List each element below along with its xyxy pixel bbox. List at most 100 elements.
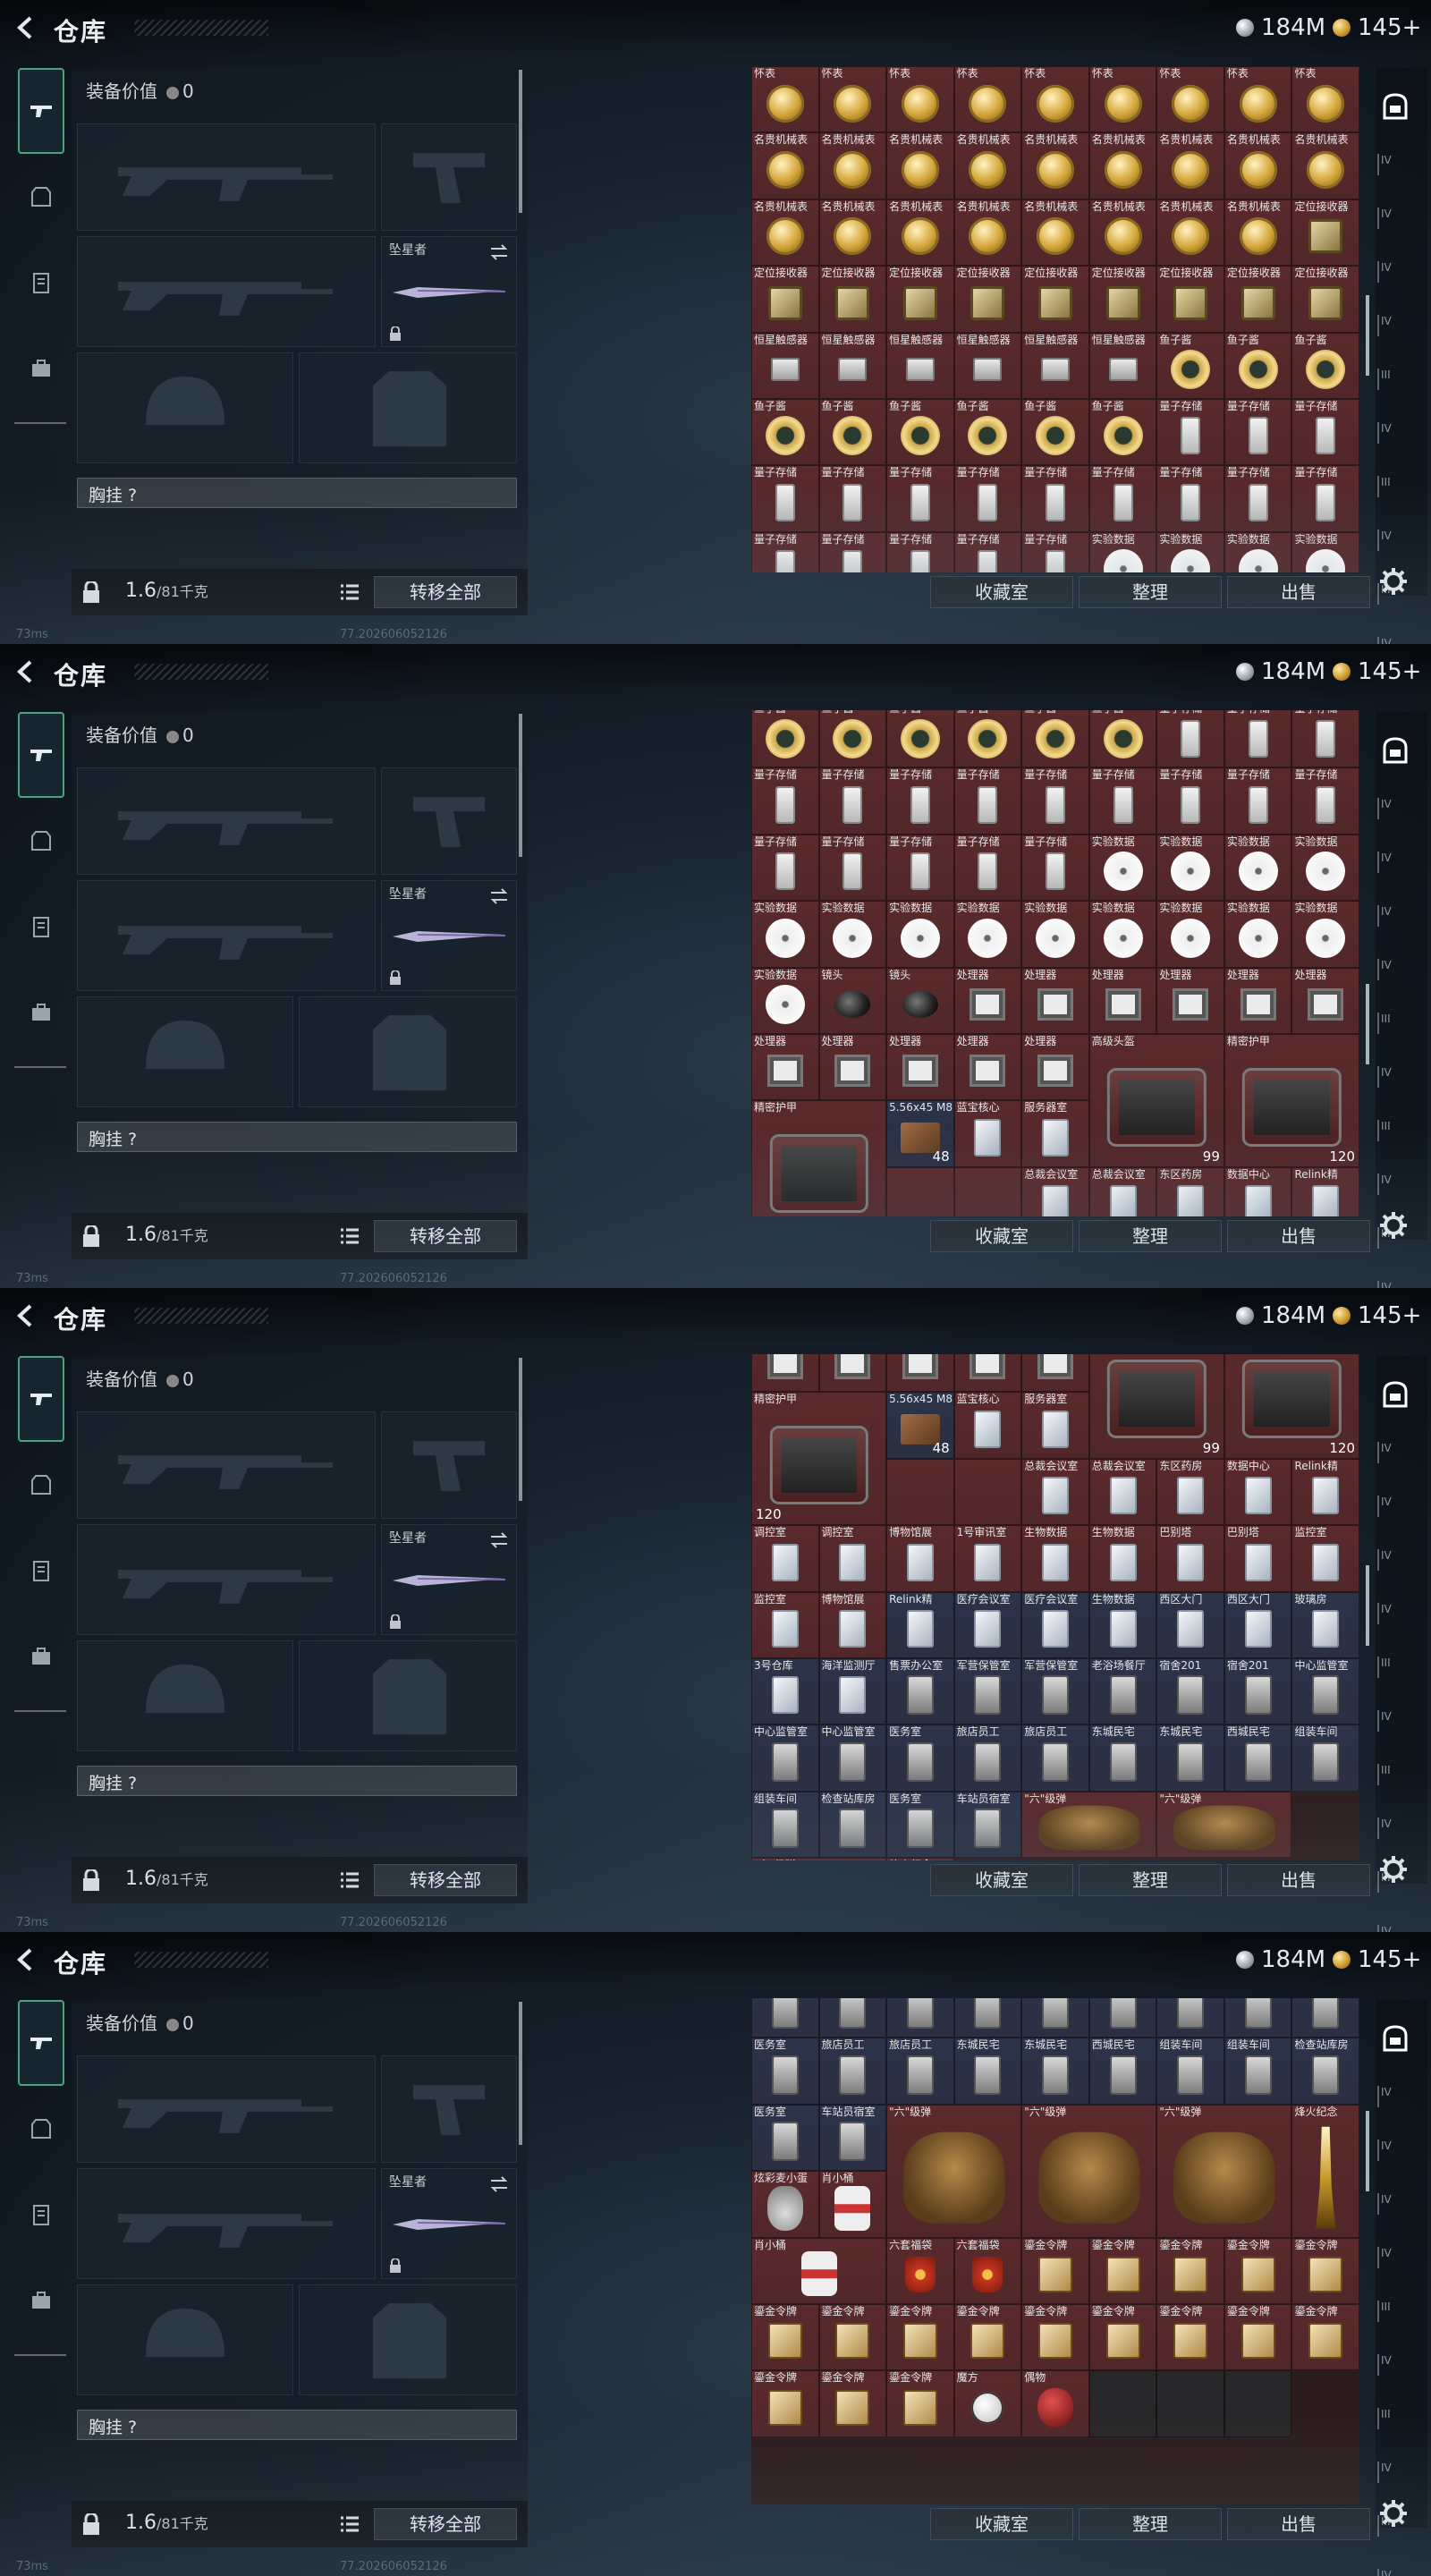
equipment-scrollbar[interactable] — [519, 1358, 522, 1501]
sort-button[interactable]: 整理 — [1079, 1220, 1222, 1252]
item-cell[interactable]: 名贵机械表 — [1088, 199, 1157, 267]
mailbox-icon[interactable] — [1383, 737, 1408, 764]
sell-button[interactable]: 出售 — [1227, 1864, 1370, 1896]
item-cell[interactable]: 实验数据 — [1156, 531, 1224, 572]
tab-armor[interactable] — [20, 1463, 63, 1506]
item-cell[interactable]: 生物数据 — [1088, 1525, 1157, 1592]
item-cell[interactable]: 中心监管室 — [1224, 1998, 1292, 2038]
tab-armor[interactable] — [20, 2107, 63, 2150]
item-cell[interactable]: 调控室 — [751, 1525, 819, 1592]
melee-slot[interactable]: 坠星者 — [381, 1524, 517, 1635]
item-cell[interactable]: 旅店员工 — [886, 2038, 954, 2105]
item-cell[interactable]: 量子存储 — [818, 531, 887, 572]
secondary-weapon-slot[interactable] — [77, 880, 376, 991]
item-cell[interactable]: 定位接收器 — [1291, 266, 1359, 333]
item-cell[interactable]: 名贵机械表 — [1021, 132, 1089, 199]
item-cell[interactable]: 鎏金令牌 — [751, 2303, 819, 2371]
chest-rig-slot[interactable]: 胸挂 ? — [77, 1122, 517, 1152]
body-armor-slot[interactable] — [299, 2284, 517, 2395]
item-cell[interactable]: 鱼子酱 — [1291, 332, 1359, 399]
item-cell[interactable]: 服务器室 — [1021, 1100, 1089, 1167]
gear-icon[interactable] — [1379, 1855, 1408, 1884]
item-cell[interactable]: 处理器 — [1021, 967, 1089, 1034]
gear-icon[interactable] — [1379, 2499, 1408, 2528]
item-cell[interactable]: 量子存储 — [751, 465, 819, 532]
item-cell[interactable]: 西区大门 — [1156, 1591, 1224, 1658]
item-cell[interactable]: 精密护甲 120 — [751, 1392, 887, 1526]
melee-slot[interactable]: 坠星者 — [381, 2168, 517, 2279]
floor-tag[interactable]: III — [1377, 1764, 1404, 1785]
mailbox-icon[interactable] — [1383, 2025, 1408, 2052]
item-cell[interactable]: 怀表 — [1291, 66, 1359, 133]
item-cell[interactable]: 定位接收器 — [1291, 199, 1359, 267]
item-cell[interactable]: 西城民宅 — [1224, 1724, 1292, 1792]
item-cell[interactable]: 老浴场餐厅 — [953, 1998, 1022, 2038]
item-cell[interactable]: 量子存储 — [818, 465, 887, 532]
item-cell[interactable]: 量子存储 — [1021, 465, 1089, 532]
tab-rig[interactable] — [20, 1549, 63, 1592]
item-cell[interactable]: 车站员宿室 — [953, 1791, 1022, 1859]
primary-weapon-slot[interactable] — [77, 767, 376, 875]
item-cell[interactable]: 定位接收器 — [818, 266, 887, 333]
sell-button[interactable]: 出售 — [1227, 2508, 1370, 2540]
item-cell[interactable]: 东城民宅 — [1156, 1724, 1224, 1792]
item-cell[interactable]: 服务器室 — [1021, 1392, 1089, 1459]
item-cell[interactable]: 实验数据 — [818, 901, 887, 968]
item-cell[interactable] — [886, 1354, 954, 1393]
item-cell[interactable]: 鱼子酱 — [818, 398, 887, 466]
floor-tag[interactable]: IV — [1377, 798, 1404, 819]
floor-tag[interactable]: III — [1377, 476, 1404, 497]
item-cell[interactable]: 中心监管室 — [1156, 1998, 1224, 2038]
item-cell[interactable]: 中心监管室 — [1291, 1998, 1359, 2038]
item-cell[interactable]: 120 — [1224, 1354, 1359, 1459]
transfer-all-button[interactable]: 转移全部 — [374, 2508, 517, 2540]
item-cell[interactable]: 量子存储 — [886, 834, 954, 902]
item-cell[interactable]: "六"级弹 — [1156, 2104, 1292, 2238]
item-cell[interactable]: 医务室 — [751, 2104, 819, 2172]
secondary-weapon-slot[interactable] — [77, 236, 376, 347]
item-cell[interactable]: 恒星触感器 — [953, 332, 1022, 399]
item-cell[interactable]: 量子存储 — [1021, 767, 1089, 835]
item-cell[interactable]: 西区大门 — [1224, 1591, 1292, 1658]
item-cell[interactable]: 生物数据 — [1088, 1591, 1157, 1658]
item-cell[interactable]: 名贵机械表 — [1291, 132, 1359, 199]
tab-rig[interactable] — [20, 905, 63, 948]
floor-tag[interactable]: IV — [1377, 959, 1404, 980]
primary-weapon-slot[interactable] — [77, 123, 376, 231]
item-cell[interactable]: "六"级弹 — [1021, 2104, 1157, 2238]
tab-rig[interactable] — [20, 2193, 63, 2236]
item-cell[interactable]: 监控室 — [751, 1591, 819, 1658]
item-cell[interactable] — [818, 1354, 887, 1393]
item-cell[interactable]: 宿舍201 — [1156, 1657, 1224, 1725]
item-cell[interactable]: 定位接收器 — [1156, 266, 1224, 333]
item-cell[interactable]: 实验数据 — [1088, 901, 1157, 968]
back-arrow-icon[interactable] — [13, 1946, 39, 1973]
item-cell[interactable]: 检查站库房 — [1291, 2038, 1359, 2105]
item-cell[interactable]: 军营保管室 — [953, 1657, 1022, 1725]
floor-tag[interactable]: IV — [1377, 1496, 1404, 1517]
item-cell[interactable]: 鎏金令牌 — [953, 2303, 1022, 2371]
item-cell[interactable]: 鎏金令牌 — [1291, 2237, 1359, 2304]
transfer-all-button[interactable]: 转移全部 — [374, 1220, 517, 1252]
item-cell[interactable]: 博物馆展 — [886, 1525, 954, 1592]
item-cell[interactable]: 处理器 — [818, 1033, 887, 1101]
floor-tag[interactable]: IV — [1377, 1442, 1404, 1463]
item-cell[interactable]: 定位接收器 — [1088, 266, 1157, 333]
item-cell[interactable]: 中心监管室 — [818, 1724, 887, 1792]
tab-weapons[interactable] — [18, 68, 64, 154]
list-icon[interactable] — [340, 1871, 360, 1889]
item-cell[interactable]: 实验数据 — [1156, 834, 1224, 902]
item-cell[interactable]: 宿舍201 — [1088, 1998, 1157, 2038]
item-cell[interactable]: 实验数据 — [1088, 531, 1157, 572]
item-cell[interactable]: 名贵机械表 — [1156, 132, 1224, 199]
floor-tag[interactable]: IV — [1377, 852, 1404, 873]
floor-tag[interactable]: IV — [1377, 208, 1404, 229]
tab-weapons[interactable] — [18, 2000, 64, 2086]
item-cell[interactable]: 蓝宝核心 — [953, 1100, 1022, 1167]
item-cell[interactable]: 博物馆展 — [818, 1591, 887, 1658]
item-cell[interactable]: 处理器 — [1088, 967, 1157, 1034]
floor-tag[interactable]: IV — [1377, 905, 1404, 927]
item-cell[interactable]: 量子存储 — [1088, 767, 1157, 835]
item-cell[interactable]: 定位接收器 — [1021, 266, 1089, 333]
item-cell[interactable]: 医务室 — [886, 1791, 954, 1859]
